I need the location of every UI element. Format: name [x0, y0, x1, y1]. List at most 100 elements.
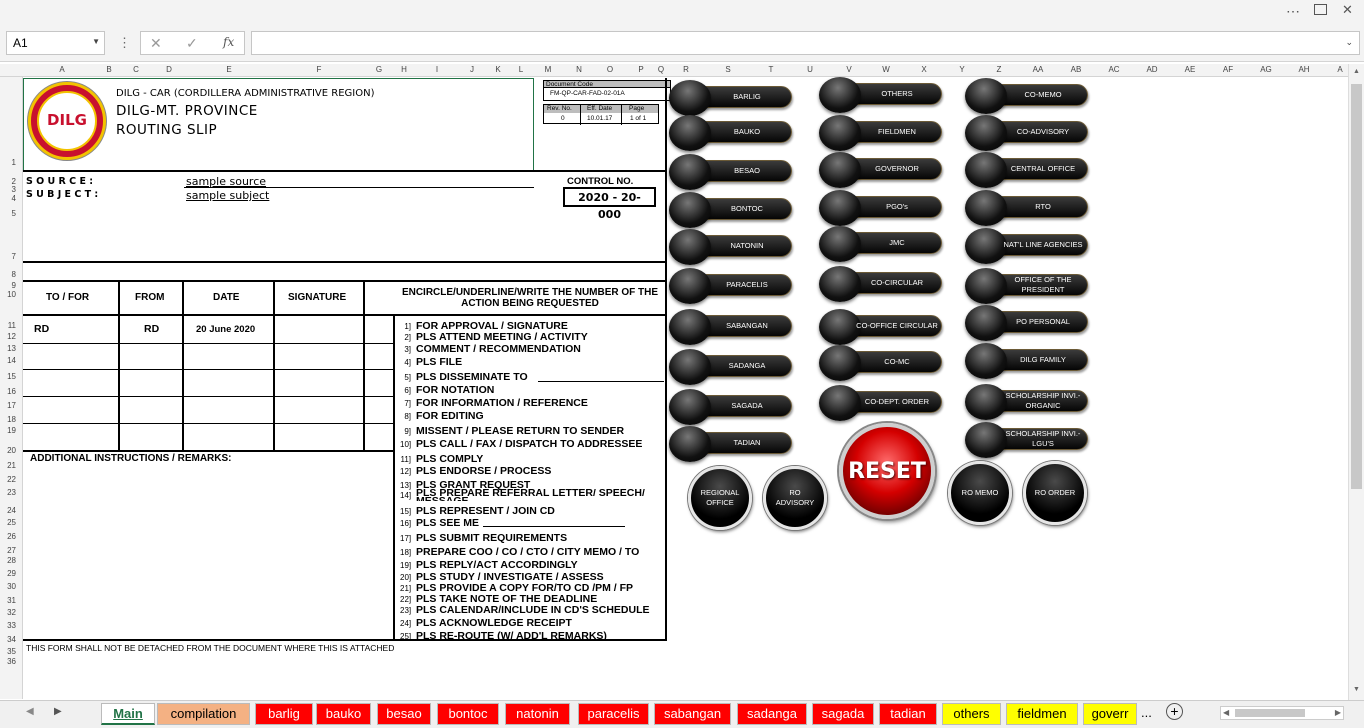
tab-sagada[interactable]: sagada	[812, 703, 874, 725]
subject-value[interactable]: sample subject	[186, 189, 269, 202]
tab-barlig[interactable]: barlig	[255, 703, 313, 725]
row-header[interactable]: 19	[7, 426, 16, 435]
row-header[interactable]: 24	[7, 506, 16, 515]
scroll-up-icon[interactable]: ▲	[1353, 68, 1360, 75]
row-header[interactable]: 16	[7, 387, 16, 396]
column-header[interactable]: AH	[1298, 65, 1309, 74]
row-header[interactable]: 32	[7, 608, 16, 617]
row-header[interactable]: 13	[7, 344, 16, 353]
column-header[interactable]: A	[1337, 65, 1342, 74]
tab-tadian[interactable]: tadian	[879, 703, 937, 725]
column-header[interactable]: A	[59, 65, 64, 74]
location-button[interactable]: CENTRAL OFFICE	[965, 152, 1088, 188]
row-header[interactable]: 22	[7, 475, 16, 484]
tab-sabangan[interactable]: sabangan	[654, 703, 731, 725]
column-header[interactable]: S	[725, 65, 730, 74]
scrollbar-thumb[interactable]	[1351, 84, 1362, 489]
row-header[interactable]: 20	[7, 446, 16, 455]
location-button[interactable]: CO-MC	[819, 345, 942, 381]
tab-goverr[interactable]: goverr	[1083, 703, 1137, 725]
location-button[interactable]: TADIAN	[669, 426, 792, 462]
row-header[interactable]: 25	[7, 518, 16, 527]
location-button[interactable]: NATONIN	[669, 229, 792, 265]
column-header[interactable]: R	[683, 65, 689, 74]
row-header[interactable]: 36	[7, 657, 16, 666]
row-header[interactable]: 30	[7, 582, 16, 591]
row-header[interactable]: 31	[7, 596, 16, 605]
reset-button[interactable]: RESET	[839, 423, 935, 519]
column-header[interactable]: AD	[1146, 65, 1157, 74]
location-button[interactable]: SABANGAN	[669, 309, 792, 345]
tab-Main[interactable]: Main	[101, 703, 155, 725]
tab-sadanga[interactable]: sadanga	[737, 703, 807, 725]
tab-besao[interactable]: besao	[377, 703, 431, 725]
row-header[interactable]: 15	[7, 372, 16, 381]
location-button[interactable]: NAT'L LINE AGENCIES	[965, 228, 1088, 264]
location-button[interactable]: RTO	[965, 190, 1088, 226]
row-header[interactable]: 21	[7, 461, 16, 470]
row-header[interactable]: 1	[12, 158, 16, 167]
row-header[interactable]: 11	[8, 321, 16, 330]
location-button[interactable]: SADANGA	[669, 349, 792, 385]
row-header[interactable]: 14	[7, 356, 16, 365]
row-header[interactable]: 3	[12, 185, 16, 194]
location-button[interactable]: OTHERS	[819, 77, 942, 113]
location-button[interactable]: SCHOLARSHIP INVI.-ORGANIC	[965, 384, 1088, 420]
row-header[interactable]: 34	[7, 635, 16, 644]
row-header[interactable]: 9	[12, 281, 16, 290]
column-header[interactable]: AF	[1223, 65, 1233, 74]
scroll-down-icon[interactable]: ▼	[1353, 686, 1360, 693]
chevron-down-icon[interactable]: ▼	[92, 37, 100, 46]
column-header[interactable]: F	[317, 65, 322, 74]
cancel-icon[interactable]: ✕	[150, 35, 162, 52]
location-button[interactable]: SAGADA	[669, 389, 792, 425]
control-no-value[interactable]: 2020 - 20- 000	[563, 187, 656, 221]
location-button[interactable]: SCHOLARSHIP INVI.-LGU'S	[965, 422, 1088, 458]
location-button[interactable]: BAUKO	[669, 115, 792, 151]
location-button[interactable]: CO-OFFICE CIRCULAR	[819, 309, 942, 345]
row-header[interactable]: 23	[7, 488, 16, 497]
hscroll-thumb[interactable]	[1235, 709, 1305, 717]
add-sheet-icon[interactable]: +	[1166, 703, 1183, 720]
column-header[interactable]: D	[166, 65, 172, 74]
row-header[interactable]: 12	[7, 332, 16, 341]
row-header[interactable]: 10	[7, 290, 16, 299]
column-header[interactable]: I	[436, 65, 438, 74]
formula-bar-options-icon[interactable]: ⋮	[118, 35, 131, 51]
column-header[interactable]: AB	[1071, 65, 1082, 74]
column-header[interactable]: AC	[1108, 65, 1119, 74]
row-header[interactable]: 17	[7, 401, 16, 410]
location-button[interactable]: PGO's	[819, 190, 942, 226]
row-header[interactable]: 35	[7, 647, 16, 656]
column-header[interactable]: Q	[658, 65, 664, 74]
tab-bontoc[interactable]: bontoc	[437, 703, 499, 725]
location-button[interactable]: GOVERNOR	[819, 152, 942, 188]
hscroll-right-icon[interactable]: ▶	[1335, 708, 1341, 717]
column-header[interactable]: AA	[1033, 65, 1044, 74]
column-header[interactable]: O	[607, 65, 613, 74]
location-button[interactable]: CO-DEPT. ORDER	[819, 385, 942, 421]
tab-bauko[interactable]: bauko	[316, 703, 371, 725]
round-button[interactable]: RO ORDER	[1023, 461, 1087, 525]
column-header[interactable]: Y	[959, 65, 964, 74]
row-header[interactable]: 4	[12, 194, 16, 203]
row1-to[interactable]: RD	[34, 323, 49, 335]
vertical-scrollbar[interactable]: ▲ ▼	[1348, 64, 1364, 700]
round-button[interactable]: REGIONAL OFFICE	[688, 466, 752, 530]
column-header[interactable]: G	[376, 65, 382, 74]
location-button[interactable]: OFFICE OF THE PRESIDENT	[965, 268, 1088, 304]
column-header[interactable]: U	[807, 65, 813, 74]
round-button[interactable]: RO MEMO	[948, 461, 1012, 525]
tab-scroll-left-icon[interactable]: ◀	[26, 706, 34, 717]
horizontal-scrollbar[interactable]: ◀ ▶	[1220, 706, 1344, 720]
tab-natonin[interactable]: natonin	[505, 703, 570, 725]
row-header[interactable]: 18	[7, 415, 16, 424]
tab-scroll-right-icon[interactable]: ▶	[54, 706, 62, 717]
expand-formula-icon[interactable]: ⌄	[1345, 37, 1353, 48]
location-button[interactable]: CO-CIRCULAR	[819, 266, 942, 302]
row-header[interactable]: 33	[7, 621, 16, 630]
location-button[interactable]: BESAO	[669, 154, 792, 190]
location-button[interactable]: JMC	[819, 226, 942, 262]
column-header[interactable]: AG	[1260, 65, 1272, 74]
column-header[interactable]: H	[401, 65, 407, 74]
